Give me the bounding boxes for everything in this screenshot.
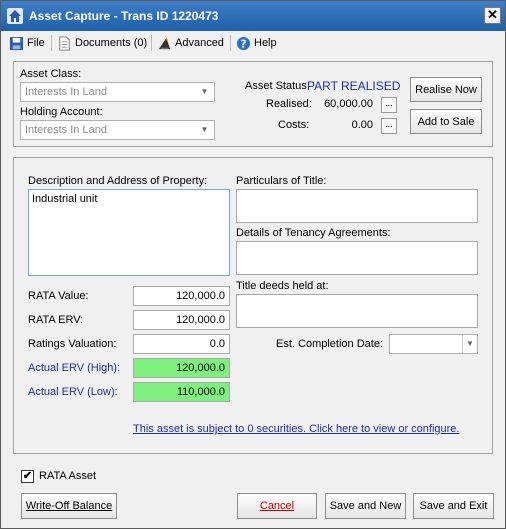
realise-now-button[interactable]: Realise Now: [410, 77, 482, 102]
actual-erv-low-field[interactable]: 110,000.0: [133, 382, 230, 402]
menu-help-label: Help: [254, 37, 277, 49]
rata-erv-label: RATA ERV:: [28, 314, 84, 326]
description-textarea[interactable]: Industrial unit: [28, 189, 230, 276]
save-and-new-button[interactable]: Save and New: [325, 493, 406, 519]
costs-details-button[interactable]: ...: [381, 118, 397, 134]
tenancy-textarea[interactable]: [236, 241, 478, 275]
menu-bar: File Documents (0) Advanced ? Help: [1, 31, 505, 55]
realised-details-button[interactable]: ...: [381, 97, 397, 113]
write-off-balance-button[interactable]: Write-Off Balance: [21, 493, 117, 519]
save-disk-icon: [9, 36, 24, 50]
wizard-hat-icon: [158, 37, 171, 49]
rata-asset-checkbox[interactable]: ✔: [21, 470, 34, 483]
realised-label: Realised:: [266, 98, 312, 110]
rata-erv-field[interactable]: 120,000.0: [133, 310, 230, 330]
description-label: Description and Address of Property:: [28, 175, 208, 187]
help-icon: ?: [236, 36, 251, 50]
asset-status-value: PART REALISED: [307, 79, 401, 93]
add-to-sale-button[interactable]: Add to Sale: [410, 109, 482, 134]
asset-class-select[interactable]: Interests In Land ▼: [20, 82, 215, 102]
holding-account-select[interactable]: Interests In Land ▼: [20, 120, 215, 140]
ratings-valuation-label: Ratings Valuation:: [28, 338, 117, 350]
particulars-label: Particulars of Title:: [236, 175, 327, 187]
property-panel: Description and Address of Property: Ind…: [13, 157, 493, 454]
chevron-down-icon: ▼: [200, 87, 209, 96]
menu-file-label: File: [27, 37, 45, 49]
ratings-valuation-field[interactable]: 0.0: [133, 334, 230, 354]
description-value: Industrial unit: [32, 193, 98, 205]
menu-separator: [151, 35, 152, 51]
particulars-textarea[interactable]: [236, 189, 478, 223]
menu-advanced-label: Advanced: [175, 37, 224, 49]
asset-status-label: Asset Status: [245, 80, 307, 92]
asset-summary-panel: Asset Class: Interests In Land ▼ Holding…: [13, 61, 493, 147]
title-deeds-label: Title deeds held at:: [236, 280, 329, 292]
document-icon: [59, 35, 70, 51]
menu-separator: [51, 35, 52, 51]
menu-documents[interactable]: Documents (0): [57, 35, 147, 51]
holding-account-label: Holding Account:: [20, 106, 103, 118]
costs-label: Costs:: [278, 119, 310, 131]
menu-separator: [230, 35, 231, 51]
realised-value: 60,000.00: [324, 98, 373, 110]
asset-class-value: Interests In Land: [25, 86, 107, 98]
actual-erv-high-field[interactable]: 120,000.0: [133, 358, 230, 378]
rata-value-label: RATA Value:: [28, 290, 89, 302]
menu-help[interactable]: ? Help: [236, 35, 277, 51]
save-and-exit-button[interactable]: Save and Exit: [413, 493, 494, 519]
costs-value: 0.00: [351, 119, 373, 131]
chevron-down-icon: ▼: [462, 335, 477, 353]
svg-text:?: ?: [241, 38, 247, 50]
window-title: Asset Capture - Trans ID 1220473: [29, 9, 219, 23]
chevron-down-icon: ▼: [200, 125, 209, 134]
asset-capture-window: Asset Capture - Trans ID 1220473 ✕ File …: [0, 0, 506, 529]
est-completion-label: Est. Completion Date:: [276, 338, 383, 350]
asset-class-label: Asset Class:: [20, 68, 82, 80]
rata-asset-label: RATA Asset: [39, 470, 97, 482]
holding-account-value: Interests In Land: [25, 124, 107, 136]
tenancy-label: Details of Tenancy Agreements:: [236, 227, 391, 239]
cancel-button[interactable]: Cancel: [237, 493, 317, 519]
est-completion-date-picker[interactable]: ▼: [389, 334, 478, 354]
menu-advanced[interactable]: Advanced: [157, 35, 224, 51]
rata-value-field[interactable]: 120,000.0: [133, 286, 230, 306]
actual-erv-low-label: Actual ERV (Low):: [28, 386, 118, 398]
securities-link[interactable]: This asset is subject to 0 securities. C…: [133, 423, 459, 435]
actual-erv-high-label: Actual ERV (High):: [28, 362, 121, 374]
home-icon: [7, 8, 23, 24]
menu-file[interactable]: File: [9, 35, 45, 51]
title-bar: Asset Capture - Trans ID 1220473 ✕: [1, 1, 505, 31]
title-deeds-textarea[interactable]: [236, 294, 478, 328]
close-button[interactable]: ✕: [484, 7, 501, 24]
menu-documents-label: Documents (0): [75, 37, 148, 49]
